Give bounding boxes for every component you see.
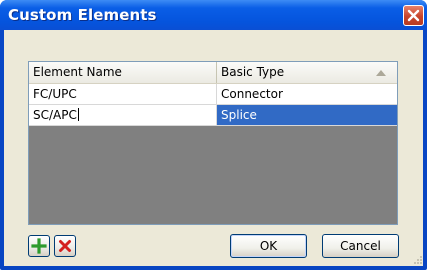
plus-icon xyxy=(31,238,47,254)
ok-button[interactable]: OK xyxy=(230,234,307,258)
element-name-edit-text[interactable]: SC/APC xyxy=(33,108,77,122)
elements-grid[interactable]: Element Name Basic Type FC/UPC Connector… xyxy=(28,61,398,225)
column-header-element-name[interactable]: Element Name xyxy=(29,62,217,83)
grid-header: Element Name Basic Type xyxy=(29,62,397,84)
x-icon xyxy=(59,240,71,252)
text-caret xyxy=(77,108,79,121)
sort-ascending-icon xyxy=(376,70,386,76)
close-button[interactable] xyxy=(403,5,424,26)
dialog-window: Custom Elements Element Name Basic Type … xyxy=(0,0,427,270)
add-element-button[interactable] xyxy=(28,235,50,257)
resize-grip-icon[interactable] xyxy=(412,254,422,264)
basic-type-cell-selected[interactable]: Splice xyxy=(217,105,397,125)
table-row[interactable]: SC/APC Splice xyxy=(29,105,397,126)
close-icon xyxy=(407,9,420,22)
element-name-cell[interactable]: FC/UPC xyxy=(29,84,217,104)
dialog-body: Element Name Basic Type FC/UPC Connector… xyxy=(4,30,423,266)
cancel-button[interactable]: Cancel xyxy=(322,234,399,258)
title-bar[interactable]: Custom Elements xyxy=(0,0,427,30)
table-row[interactable]: FC/UPC Connector xyxy=(29,84,397,105)
window-title: Custom Elements xyxy=(8,6,157,24)
column-header-basic-type[interactable]: Basic Type xyxy=(217,62,397,83)
element-name-cell[interactable]: SC/APC xyxy=(29,105,217,125)
remove-element-button[interactable] xyxy=(54,235,76,257)
basic-type-cell[interactable]: Connector xyxy=(217,84,397,104)
